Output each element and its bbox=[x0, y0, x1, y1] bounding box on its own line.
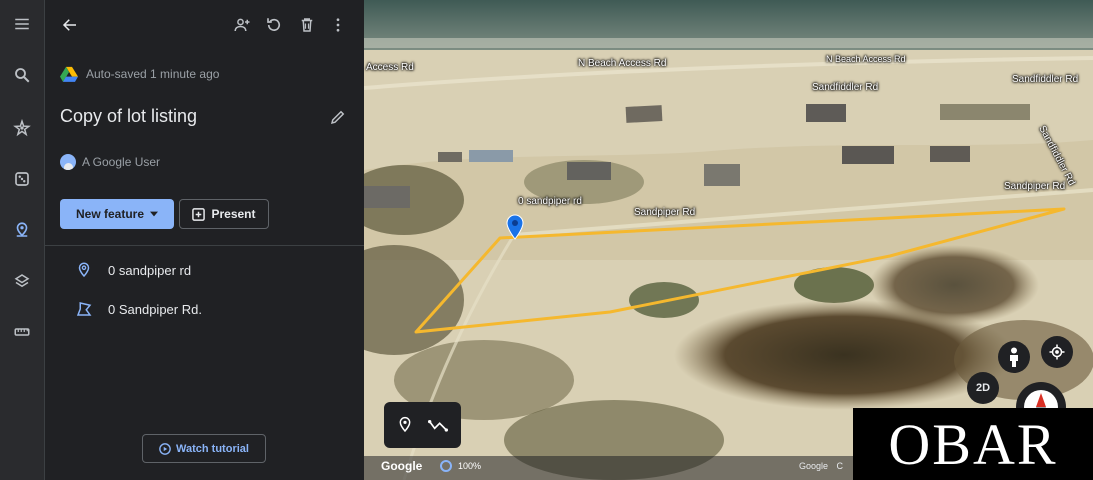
road-label: Sandfiddler Rd bbox=[812, 82, 879, 93]
drawing-toolbar bbox=[384, 402, 461, 448]
road-label: Sandpiper Rd bbox=[1004, 181, 1066, 192]
zoom-indicator[interactable]: 100% bbox=[440, 460, 481, 472]
feature-item-polygon[interactable]: 0 Sandpiper Rd. bbox=[75, 300, 202, 318]
measure-icon[interactable] bbox=[8, 318, 36, 346]
drive-icon bbox=[60, 66, 78, 82]
feature-label: 0 Sandpiper Rd. bbox=[108, 301, 202, 317]
present-icon bbox=[192, 207, 206, 221]
project-owner: A Google User bbox=[60, 154, 160, 170]
edit-title-icon[interactable] bbox=[327, 106, 349, 128]
feature-item-placemark[interactable]: 0 sandpiper rd bbox=[75, 261, 191, 279]
voyager-icon[interactable] bbox=[8, 114, 36, 142]
imagery-attribution: Google C bbox=[799, 461, 843, 471]
road-label: Sandpiper Rd bbox=[634, 207, 696, 218]
polygon-icon bbox=[75, 300, 93, 318]
play-icon bbox=[159, 442, 171, 455]
feature-label: 0 sandpiper rd bbox=[108, 262, 192, 278]
view-mode-label: 2D bbox=[975, 382, 991, 394]
road-label: N Beach Access Rd bbox=[578, 58, 667, 69]
history-icon[interactable] bbox=[261, 12, 287, 38]
new-feature-button[interactable]: New feature bbox=[60, 199, 174, 229]
divider bbox=[45, 245, 364, 246]
autosave-text: Auto-saved 1 minute ago bbox=[86, 67, 220, 81]
delete-icon[interactable] bbox=[294, 12, 320, 38]
zoom-level: 100% bbox=[458, 461, 482, 471]
new-feature-label: New feature bbox=[75, 207, 145, 221]
projects-icon[interactable] bbox=[8, 216, 36, 244]
my-location-icon[interactable] bbox=[1041, 336, 1073, 368]
attribution-suffix: C bbox=[836, 461, 844, 471]
back-arrow-icon[interactable] bbox=[57, 12, 83, 38]
project-panel: Auto-saved 1 minute ago Copy of lot list… bbox=[45, 0, 364, 480]
placemark-pin-icon[interactable] bbox=[505, 214, 525, 240]
road-label: Access Rd bbox=[366, 62, 414, 73]
street-view-pegman-icon[interactable] bbox=[998, 341, 1030, 373]
watch-tutorial-label: Watch tutorial bbox=[176, 442, 249, 455]
project-title: Copy of lot listing bbox=[60, 106, 198, 126]
autosave-status: Auto-saved 1 minute ago bbox=[60, 66, 219, 82]
draw-line-icon[interactable] bbox=[427, 418, 448, 432]
road-label: 0 sandpiper rd bbox=[518, 196, 582, 207]
add-placemark-icon[interactable] bbox=[397, 416, 413, 434]
view-mode-2d-button[interactable]: 2D bbox=[967, 372, 999, 404]
map-view[interactable]: Access Rd N Beach Access Rd N Beach Acce… bbox=[364, 0, 1093, 480]
search-icon[interactable] bbox=[8, 61, 36, 89]
obar-watermark: OBAR bbox=[853, 408, 1093, 480]
chevron-down-icon bbox=[150, 211, 159, 217]
layers-icon[interactable] bbox=[8, 267, 36, 295]
add-person-icon[interactable] bbox=[229, 12, 255, 38]
menu-icon[interactable] bbox=[8, 10, 36, 38]
more-vert-icon[interactable] bbox=[325, 12, 351, 38]
present-label: Present bbox=[211, 207, 256, 221]
avatar bbox=[60, 154, 76, 170]
present-button[interactable]: Present bbox=[179, 199, 269, 229]
google-logo: Google bbox=[381, 459, 423, 473]
watch-tutorial-button[interactable]: Watch tutorial bbox=[142, 434, 266, 463]
road-label: N Beach Access Rd bbox=[826, 54, 906, 64]
left-rail bbox=[0, 0, 45, 480]
feeling-lucky-icon[interactable] bbox=[8, 165, 36, 193]
road-label: Sandfiddler Rd bbox=[1012, 74, 1079, 85]
owner-name: A Google User bbox=[82, 155, 161, 169]
placemark-icon bbox=[75, 261, 93, 279]
zoom-ring-icon bbox=[440, 460, 452, 472]
attribution-text: Google bbox=[799, 461, 829, 471]
